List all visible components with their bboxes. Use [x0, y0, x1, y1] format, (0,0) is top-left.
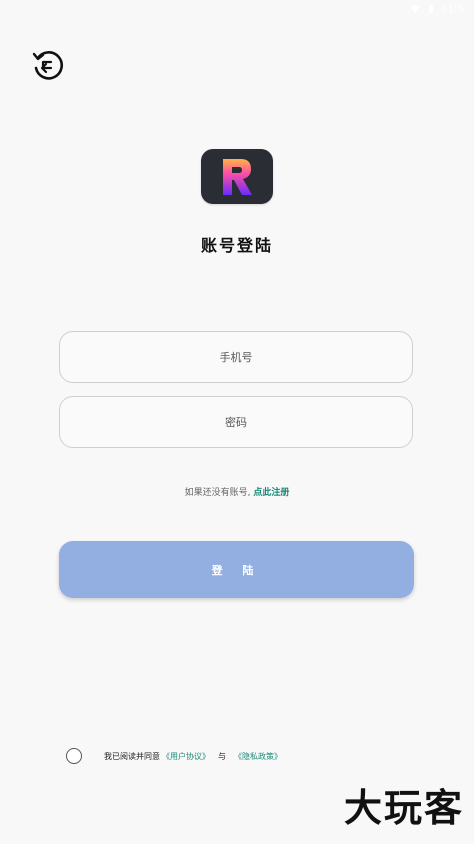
agreement-and: 与	[218, 751, 226, 761]
logo-r-icon	[223, 158, 252, 195]
agreement-row: 我已阅读并同意 《用户协议》 与 《隐私政策》	[66, 748, 284, 764]
wifi-icon	[409, 5, 420, 13]
login-button[interactable]: 登 陆	[59, 541, 414, 598]
app-logo	[201, 149, 273, 204]
password-input[interactable]	[60, 414, 412, 430]
register-prompt: 如果还没有账号, 点此注册	[0, 485, 474, 498]
phone-input[interactable]	[60, 349, 412, 365]
agreement-text: 我已阅读并同意	[104, 751, 160, 761]
password-field[interactable]	[59, 396, 413, 448]
page-title: 账号登陆	[200, 236, 273, 255]
register-link[interactable]: 点此注册	[253, 488, 289, 498]
user-agreement-link[interactable]: 《用户协议》	[162, 751, 210, 762]
back-arrow-icon	[32, 51, 64, 80]
watermark-logo: 大玩客	[343, 786, 464, 830]
back-button[interactable]	[28, 46, 66, 84]
phone-field[interactable]	[59, 331, 413, 383]
privacy-policy-link[interactable]: 《隐私政策》	[234, 751, 282, 762]
agree-radio[interactable]	[66, 748, 82, 764]
register-prompt-text: 如果还没有账号,	[184, 488, 251, 498]
status-time: 11:5	[441, 3, 464, 15]
battery-icon	[428, 5, 433, 13]
status-bar: 11:5	[0, 0, 474, 18]
